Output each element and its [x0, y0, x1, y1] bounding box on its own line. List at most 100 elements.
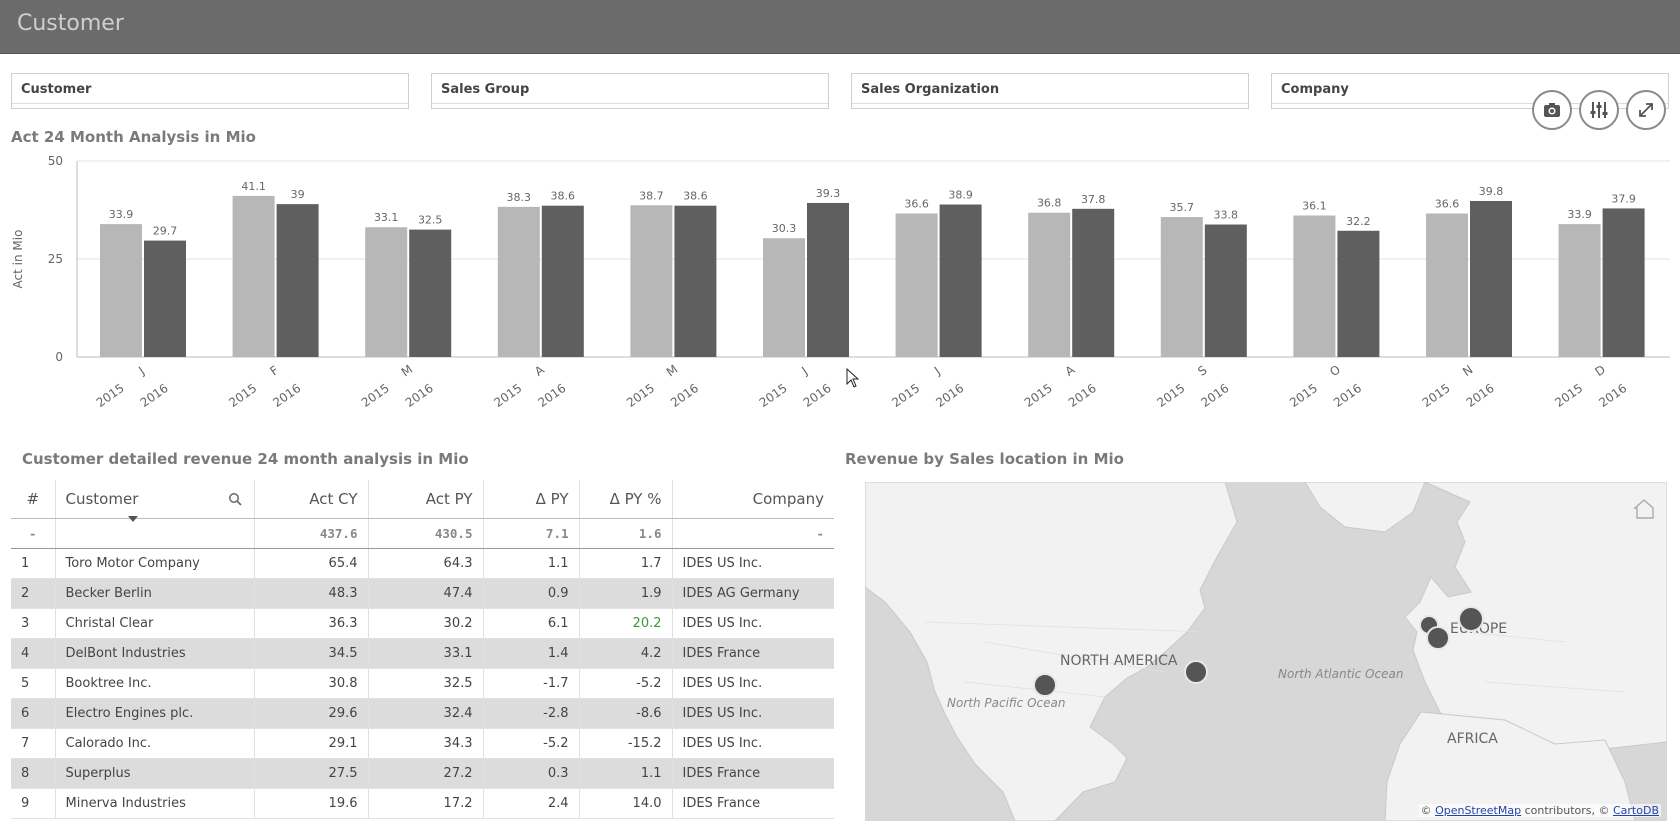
x-subtick-label: 2015: [757, 381, 790, 410]
table-cell: 65.4: [254, 548, 369, 579]
map-point-marker[interactable]: [1458, 606, 1484, 632]
x-tick-label: M: [399, 362, 416, 379]
data-label: 38.6: [683, 190, 708, 203]
attribution-middle: contributors, ©: [1524, 804, 1610, 817]
table-cell: 34.3: [368, 728, 484, 759]
col-header-act-py[interactable]: Act PY: [368, 480, 484, 519]
table-cell: IDES US Inc.: [672, 608, 834, 639]
table-cell: -1.7: [483, 668, 580, 699]
totals-cell: -: [11, 518, 56, 549]
sales-location-map[interactable]: NORTH AMERICA EUROPE AFRICA North Atlant…: [865, 482, 1667, 821]
table-cell: -8.6: [579, 698, 673, 729]
cartodb-link[interactable]: CartoDB: [1613, 804, 1659, 817]
map-label-africa: AFRICA: [1447, 731, 1498, 747]
bar-2015: [1558, 224, 1601, 357]
totals-cell: [55, 518, 255, 549]
bar-2015: [763, 238, 805, 357]
filter-customer[interactable]: Customer: [11, 73, 409, 109]
data-label: 35.7: [1170, 201, 1195, 214]
filter-sales-group[interactable]: Sales Group: [431, 73, 829, 109]
table-title: Customer detailed revenue 24 month analy…: [22, 450, 469, 468]
table-row[interactable]: 7 Calorado Inc. 29.1 34.3 -5.2 -15.2 IDES US I…: [11, 728, 834, 759]
bar-chart: Act in Mio 0 25 50 33.9 2015 29.7 2016 J 41.1 20…: [11, 154, 1670, 410]
filter-label: Sales Group: [441, 82, 530, 97]
table-cell: -5.2: [483, 728, 580, 759]
bar-2016: [1470, 200, 1512, 357]
data-label: 36.8: [1037, 197, 1062, 210]
table-row[interactable]: 2 Becker Berlin 48.3 47.4 0.9 1.9 IDES AG Germ…: [11, 578, 834, 609]
table-cell: 7: [11, 728, 56, 759]
filter-sales-organization[interactable]: Sales Organization: [851, 73, 1249, 109]
sort-indicator-icon: [127, 515, 138, 522]
col-header-rank[interactable]: #: [11, 480, 56, 519]
x-subtick-label: 2016: [138, 381, 171, 410]
x-subtick-label: 2016: [1464, 381, 1497, 410]
filter-label: Sales Organization: [861, 82, 1000, 97]
map-point-marker[interactable]: [1033, 673, 1057, 697]
exploration-button[interactable]: [1579, 90, 1619, 130]
snapshot-button[interactable]: [1532, 90, 1572, 130]
table-cell: IDES US Inc.: [672, 668, 834, 699]
data-label: 36.6: [904, 198, 929, 211]
table-cell: 64.3: [368, 548, 484, 579]
table-cell: 6.1: [483, 608, 580, 639]
table-row[interactable]: 8 Superplus 27.5 27.2 0.3 1.1 IDES France: [11, 758, 834, 789]
bar-2015: [895, 213, 938, 357]
data-label: 38.9: [948, 189, 973, 202]
table-cell: 27.2: [368, 758, 484, 789]
fullscreen-button[interactable]: [1626, 90, 1666, 130]
x-tick-label: S: [1195, 363, 1209, 379]
table-totals-row: - 437.6 430.5 7.1 1.6 -: [11, 518, 834, 549]
col-header-company[interactable]: Company: [672, 480, 834, 519]
bar-2015: [630, 205, 673, 357]
table-row[interactable]: 9 Minerva Industries 19.6 17.2 2.4 14.0 IDES F…: [11, 788, 834, 819]
col-header-delta-py[interactable]: Δ PY: [483, 480, 580, 519]
x-subtick-label: 2015: [1420, 381, 1453, 410]
data-label: 39.3: [816, 187, 841, 200]
table-row[interactable]: 3 Christal Clear 36.3 30.2 6.1 20.2 IDES US In…: [11, 608, 834, 639]
map-canvas: NORTH AMERICA EUROPE AFRICA North Atlant…: [865, 482, 1667, 821]
table-cell: 48.3: [254, 578, 369, 609]
map-point-marker[interactable]: [1184, 660, 1208, 684]
page-title: Customer: [17, 11, 124, 36]
openstreetmap-link[interactable]: OpenStreetMap: [1435, 804, 1521, 817]
attribution-prefix: ©: [1420, 804, 1432, 817]
table-row[interactable]: 5 Booktree Inc. 30.8 32.5 -1.7 -5.2 IDES US In…: [11, 668, 834, 699]
y-axis-label: Act in Mio: [11, 230, 25, 289]
col-header-act-cy[interactable]: Act CY: [254, 480, 369, 519]
bar-2016: [1602, 208, 1645, 357]
x-subtick-label: 2015: [1287, 381, 1320, 410]
data-label: 29.7: [153, 225, 178, 238]
bar-2015: [1028, 212, 1071, 357]
table-cell: 8: [11, 758, 56, 789]
table-cell: IDES US Inc.: [672, 698, 834, 729]
table-header-row: # Customer Act CY Act PY Δ PY Δ PY % Com…: [11, 480, 834, 522]
table-cell: 30.8: [254, 668, 369, 699]
totals-cell: -: [672, 518, 834, 549]
table-row[interactable]: 4 DelBont Industries 34.5 33.1 1.4 4.2 IDES Fr…: [11, 638, 834, 669]
table-row[interactable]: 6 Electro Engines plc. 29.6 32.4 -2.8 -8.6 IDE…: [11, 698, 834, 729]
data-label: 36.1: [1302, 199, 1327, 212]
x-subtick-label: 2016: [1198, 381, 1231, 410]
table-cell: 20.2: [579, 608, 673, 639]
data-label: 41.1: [241, 180, 266, 193]
map-label-north-atlantic-ocean: North Atlantic Ocean: [1278, 667, 1403, 681]
search-icon[interactable]: [228, 492, 242, 510]
north-america-landmass: [865, 482, 1238, 821]
x-subtick-label: 2016: [1066, 381, 1099, 410]
x-tick-label: O: [1327, 362, 1343, 379]
y-tick-label: 50: [48, 154, 63, 168]
table-cell: 2.4: [483, 788, 580, 819]
col-header-customer[interactable]: Customer: [55, 480, 255, 522]
totals-cell: 430.5: [368, 518, 484, 549]
bar-2016: [807, 202, 849, 357]
totals-cell: 1.6: [579, 518, 673, 549]
table-cell: 1.9: [579, 578, 673, 609]
col-header-delta-py-pct[interactable]: Δ PY %: [579, 480, 673, 519]
totals-cell: 7.1: [483, 518, 580, 549]
data-label: 38.3: [507, 191, 532, 204]
x-subtick-label: 2016: [801, 381, 834, 410]
x-subtick-label: 2015: [1154, 381, 1187, 410]
map-point-marker[interactable]: [1426, 626, 1450, 650]
table-row[interactable]: 1 Toro Motor Company 65.4 64.3 1.1 1.7 IDES US…: [11, 548, 834, 579]
